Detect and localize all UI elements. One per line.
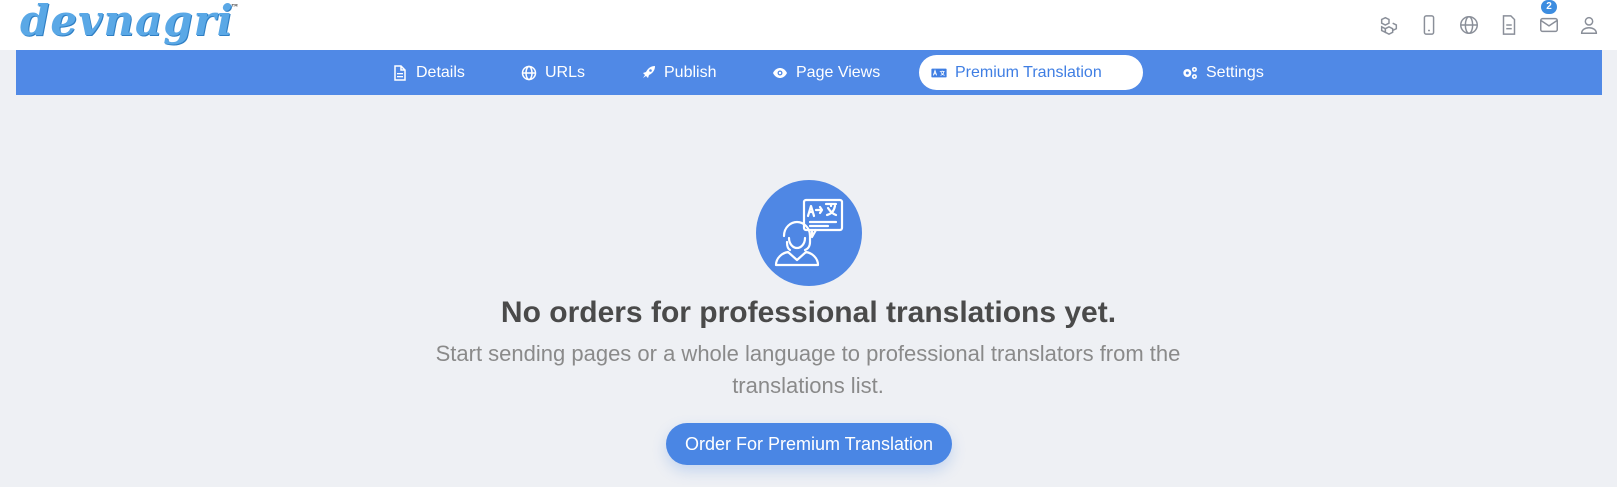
- tab-details[interactable]: Details: [376, 55, 481, 90]
- user-icon[interactable]: [1577, 12, 1601, 38]
- mobile-icon[interactable]: [1417, 12, 1441, 38]
- project-nav-bar: Details URLs Publish Page Views Premium …: [16, 50, 1602, 95]
- tab-label: Premium Translation: [955, 63, 1102, 81]
- gears-icon: [1183, 66, 1197, 79]
- tab-label: Page Views: [796, 63, 881, 81]
- cubes-icon[interactable]: [1377, 12, 1401, 38]
- globe-icon: [521, 65, 537, 80]
- tab-urls[interactable]: URLs: [505, 55, 601, 90]
- translator-icon: [756, 180, 862, 286]
- language-icon: [931, 68, 947, 77]
- mail-icon[interactable]: 2: [1537, 0, 1561, 38]
- file-icon: [394, 64, 406, 81]
- mail-badge: 2: [1541, 0, 1557, 14]
- tab-label: Publish: [664, 63, 717, 81]
- empty-state-subtext: Start sending pages or a whole language …: [435, 341, 1181, 398]
- empty-state-headline: No orders for professional translations …: [500, 296, 1117, 329]
- logo-text: devnagri: [20, 0, 234, 45]
- tab-premium-translation[interactable]: Premium Translation: [919, 55, 1143, 90]
- devnagri-logo[interactable]: devnagri ™: [20, 0, 239, 45]
- top-header: devnagri ™ 2: [0, 0, 1617, 50]
- tab-publish[interactable]: Publish: [624, 55, 732, 90]
- tab-label: Settings: [1206, 63, 1264, 81]
- tab-settings[interactable]: Settings: [1166, 55, 1280, 90]
- order-premium-translation-button[interactable]: Order For Premium Translation: [666, 423, 952, 465]
- eye-icon: [773, 67, 787, 78]
- rocket-icon: [643, 65, 655, 78]
- header-icon-group: 2: [1377, 0, 1601, 38]
- document-icon[interactable]: [1497, 12, 1521, 38]
- trademark-mark: ™: [230, 2, 240, 12]
- tab-label: Details: [416, 63, 465, 81]
- tab-page-views[interactable]: Page Views: [756, 55, 896, 90]
- tab-label: URLs: [545, 63, 586, 81]
- globe-icon[interactable]: [1457, 12, 1481, 38]
